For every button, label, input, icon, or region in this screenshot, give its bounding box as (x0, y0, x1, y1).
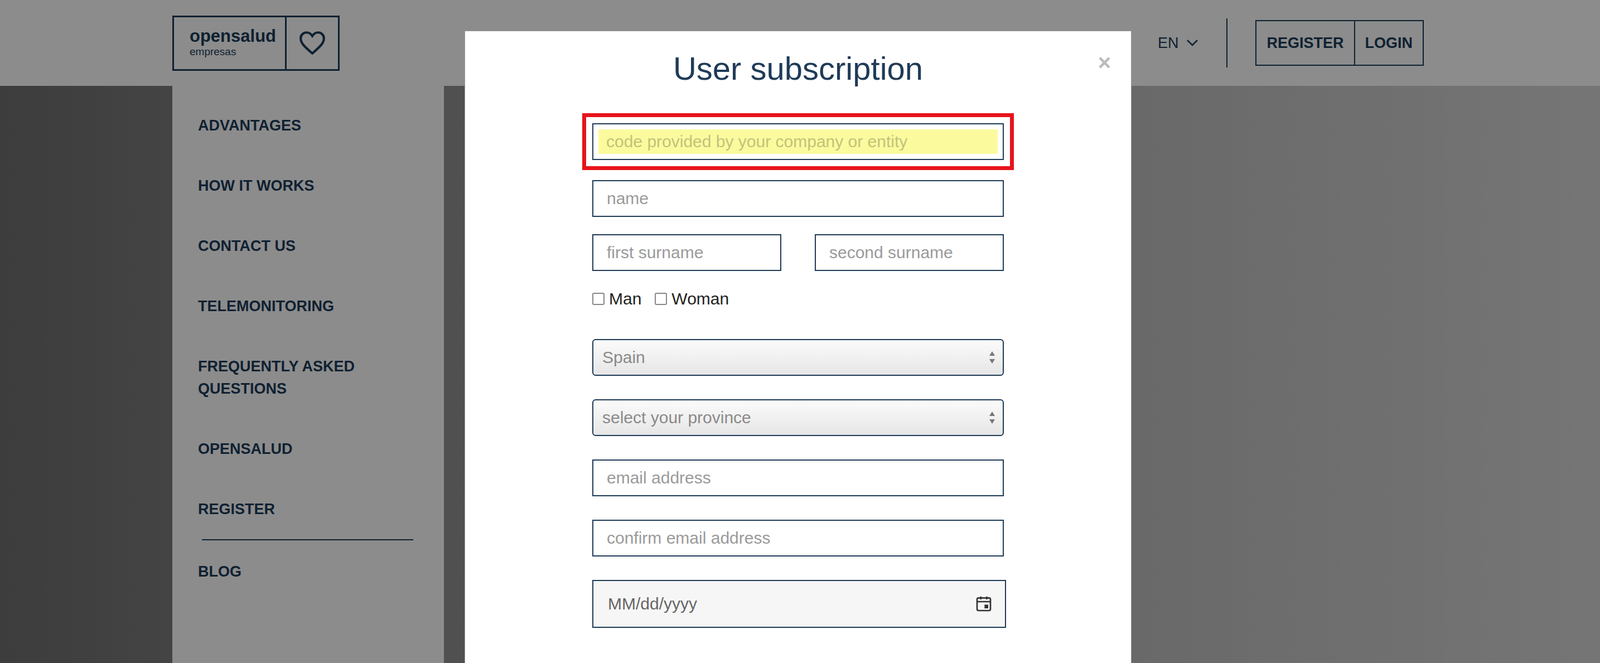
email-field[interactable]: email address (592, 459, 1004, 497)
gender-checkbox[interactable]: Man (592, 288, 642, 309)
confirm-email-field[interactable]: confirm email address (592, 519, 1004, 557)
gender-checkbox[interactable]: Woman (654, 288, 729, 309)
code-field-highlight: code provided by your company or entity (582, 113, 1014, 171)
gender-options: Man Woman (592, 288, 1004, 309)
code-field[interactable]: code provided by your company or entity (592, 123, 1004, 161)
calendar-icon (974, 595, 993, 613)
name-field[interactable]: name (592, 180, 1004, 217)
select-arrows-icon (988, 350, 997, 365)
surname-field[interactable]: second surname (814, 234, 1004, 272)
page: opensaludempresasENREGISTERLOGINADVANTAG… (0, 0, 1600, 663)
modal-title: User subscription (673, 49, 923, 89)
province-select[interactable]: select your province (592, 399, 1004, 437)
subscription-modal: × User subscription code provided by your … (464, 30, 1132, 663)
country-select[interactable]: Spain (592, 339, 1004, 376)
birthdate-field[interactable]: MM/dd/yyyy (592, 579, 1007, 628)
surname-field[interactable]: first surname (592, 234, 782, 272)
close-button[interactable]: × (1098, 51, 1111, 74)
select-arrows-icon (988, 410, 997, 425)
